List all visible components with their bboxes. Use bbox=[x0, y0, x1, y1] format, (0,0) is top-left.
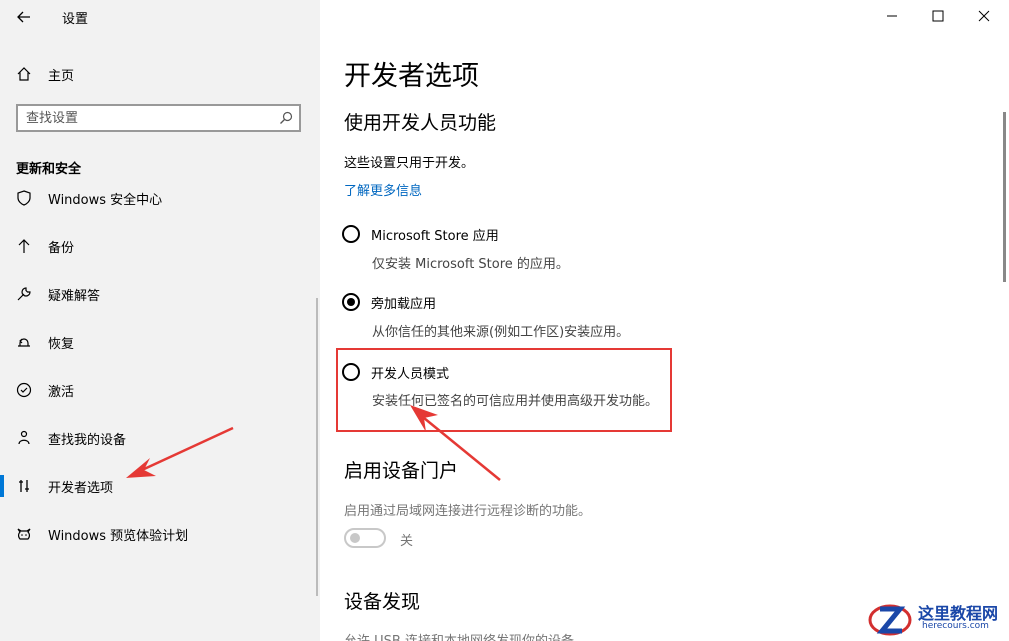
toggle-state-label: 关 bbox=[400, 534, 414, 549]
app-title: 设置 bbox=[62, 12, 89, 27]
close-button[interactable] bbox=[961, 0, 1007, 32]
sidebar-item-label: 主页 bbox=[48, 69, 75, 84]
sidebar-item-insider[interactable]: Windows 预览体验计划 bbox=[0, 512, 320, 556]
radio-button-checked[interactable] bbox=[342, 293, 360, 311]
main-scrollbar[interactable] bbox=[1003, 112, 1006, 282]
insider-cat-icon bbox=[15, 525, 33, 543]
backup-arrow-icon bbox=[15, 237, 33, 255]
radio-option-store-apps[interactable]: Microsoft Store 应用 bbox=[342, 223, 742, 245]
section-description: 允许 USB 连接和本地网络发现你的设备。 bbox=[344, 630, 587, 641]
sidebar-item-label: 疑难解答 bbox=[48, 289, 101, 304]
main-content: 开发者选项 使用开发人员功能 这些设置只用于开发。 了解更多信息 Microso… bbox=[320, 0, 1009, 641]
developer-tools-icon bbox=[15, 477, 33, 495]
sidebar-scrollbar[interactable] bbox=[316, 298, 318, 596]
search-box[interactable] bbox=[16, 104, 301, 132]
sidebar-item-label: 备份 bbox=[48, 241, 75, 256]
sidebar-item-activation[interactable]: 激活 bbox=[0, 368, 320, 412]
radio-description: 安装任何已签名的可信应用并使用高级开发功能。 bbox=[372, 394, 659, 409]
watermark-z-icon bbox=[868, 604, 912, 636]
person-location-icon bbox=[15, 429, 33, 447]
radio-description: 从你信任的其他来源(例如工作区)安装应用。 bbox=[372, 325, 630, 340]
close-icon bbox=[978, 10, 990, 22]
maximize-button[interactable] bbox=[915, 0, 961, 32]
radio-option-sideload-apps[interactable]: 旁加载应用 bbox=[342, 291, 742, 313]
sidebar-item-find-my-device[interactable]: 查找我的设备 bbox=[0, 416, 320, 460]
back-button[interactable] bbox=[10, 4, 38, 30]
sidebar-item-label: Windows 安全中心 bbox=[48, 193, 163, 208]
check-circle-icon bbox=[15, 381, 33, 399]
sidebar-item-label: 恢复 bbox=[48, 337, 75, 352]
sidebar-item-security[interactable]: Windows 安全中心 bbox=[0, 182, 320, 220]
sidebar-item-troubleshoot[interactable]: 疑难解答 bbox=[0, 272, 320, 316]
radio-label: 开发人员模式 bbox=[371, 366, 450, 382]
search-input[interactable] bbox=[26, 108, 266, 128]
wrench-icon bbox=[15, 285, 33, 303]
radio-button[interactable] bbox=[342, 363, 360, 381]
radio-option-developer-mode[interactable]: 开发人员模式 bbox=[342, 361, 742, 383]
section-description: 这些设置只用于开发。 bbox=[344, 156, 475, 171]
page-title: 开发者选项 bbox=[344, 61, 479, 92]
learn-more-link[interactable]: 了解更多信息 bbox=[344, 180, 422, 199]
section-heading: 更新和安全 bbox=[16, 162, 82, 177]
sidebar-item-label: 查找我的设备 bbox=[48, 433, 127, 448]
watermark-subtitle: herecours.com bbox=[922, 621, 989, 631]
watermark-logo: 这里教程网 herecours.com bbox=[862, 598, 1009, 641]
back-arrow-icon bbox=[17, 11, 30, 23]
section-description: 启用通过局域网连接进行远程诊断的功能。 bbox=[344, 504, 592, 519]
radio-description: 仅安装 Microsoft Store 的应用。 bbox=[372, 257, 569, 272]
radio-label: 旁加载应用 bbox=[371, 296, 437, 312]
radio-button[interactable] bbox=[342, 225, 360, 243]
section-title-developer-features: 使用开发人员功能 bbox=[344, 112, 497, 134]
sidebar-item-home[interactable]: 主页 bbox=[0, 58, 320, 90]
search-icon[interactable] bbox=[279, 111, 293, 125]
home-icon bbox=[15, 65, 33, 83]
recovery-icon bbox=[15, 333, 33, 351]
sidebar: 设置 主页 更新和安全 Windows 安全中心 备份 bbox=[0, 0, 320, 641]
device-portal-toggle[interactable] bbox=[344, 528, 386, 548]
radio-label: Microsoft Store 应用 bbox=[371, 228, 499, 244]
sidebar-item-label: 开发者选项 bbox=[48, 481, 114, 496]
nav-list: Windows 安全中心 备份 疑难解答 恢复 激活 查找我的设备 开发者选项 … bbox=[0, 182, 320, 582]
minimize-button[interactable] bbox=[869, 0, 915, 32]
sidebar-item-backup[interactable]: 备份 bbox=[0, 224, 320, 268]
section-title-device-discovery: 设备发现 bbox=[344, 591, 421, 613]
sidebar-item-label: Windows 预览体验计划 bbox=[48, 529, 189, 544]
sidebar-item-label: 激活 bbox=[48, 385, 75, 400]
sidebar-item-developer-options[interactable]: 开发者选项 bbox=[0, 464, 320, 508]
maximize-icon bbox=[932, 10, 944, 22]
section-title-device-portal: 启用设备门户 bbox=[344, 460, 459, 482]
minimize-icon bbox=[887, 15, 897, 17]
sidebar-item-recovery[interactable]: 恢复 bbox=[0, 320, 320, 364]
shield-icon bbox=[15, 189, 33, 207]
